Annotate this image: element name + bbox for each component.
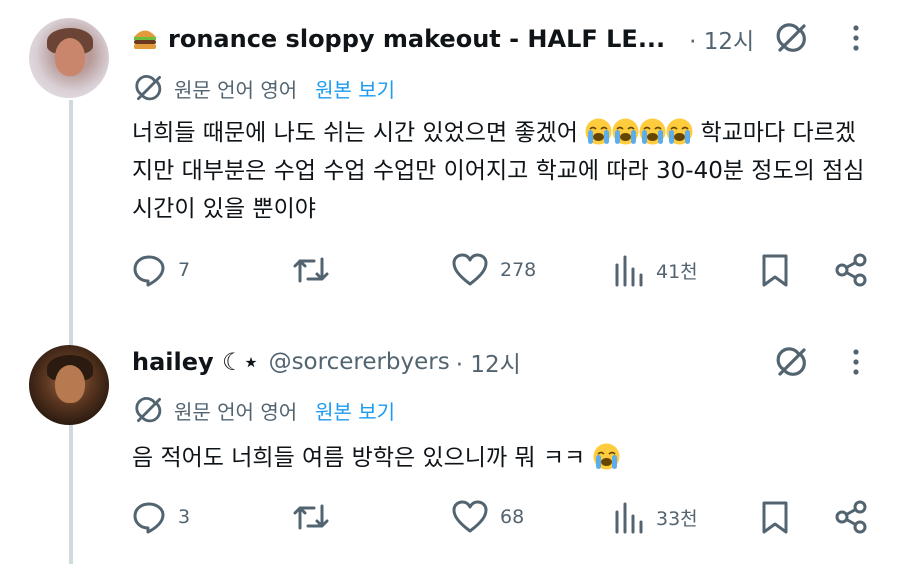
analytics-icon [615, 502, 643, 534]
retweet-button[interactable] [292, 253, 330, 287]
more-options-icon[interactable] [852, 348, 860, 376]
sob-emoji-icon [585, 118, 613, 145]
reply-icon [133, 255, 165, 287]
sob-emoji-icon [592, 443, 620, 470]
bookmark-icon [762, 254, 788, 287]
sob-emoji-icon [612, 118, 640, 145]
view-count: 41천 [656, 260, 698, 283]
reply-icon [133, 502, 165, 534]
timestamp[interactable]: · 12시 [689, 22, 754, 56]
grok-translate-icon [135, 75, 162, 101]
display-name[interactable]: ronance sloppy makeout - HALF LE... [168, 25, 665, 53]
translation-row: 원문 언어 영어 원본 보기 [134, 73, 395, 103]
show-original-link[interactable]: 원본 보기 [315, 396, 395, 425]
like-button[interactable]: 68 [452, 500, 524, 534]
more-options-icon[interactable] [852, 24, 860, 52]
analytics-icon [615, 255, 643, 287]
share-button[interactable] [834, 253, 868, 287]
tweet-text: 음 적어도 너희들 여름 방학은 있으니까 뭐 ㅋㅋ [132, 439, 872, 477]
reply-button[interactable]: 3 [132, 500, 190, 534]
tweet-header: hailey ☾⋆ @sorcererbyers · 12시 [132, 345, 521, 379]
bookmark-button[interactable] [760, 253, 790, 287]
heart-icon [452, 500, 488, 533]
original-language-label: 원문 언어 영어 [174, 399, 298, 424]
sob-emoji-icon [639, 118, 667, 145]
original-language-label: 원문 언어 영어 [174, 77, 298, 102]
username[interactable]: @sorcererbyers [269, 349, 450, 375]
reply-count: 7 [178, 259, 191, 281]
views-button[interactable]: 41천 [614, 253, 698, 287]
like-button[interactable]: 278 [452, 253, 536, 287]
timestamp[interactable]: · 12시 [456, 345, 521, 379]
tweet-text: 너희들 때문에 나도 쉬는 시간 있었으면 좋겠어 학교마다 다르겠지만 대부분… [132, 118, 865, 222]
grok-icon[interactable] [775, 345, 809, 379]
reply-count: 3 [178, 506, 191, 528]
grok-icon[interactable] [775, 21, 809, 55]
show-original-link[interactable]: 원본 보기 [315, 74, 395, 103]
retweet-icon [293, 504, 329, 530]
bookmark-button[interactable] [760, 500, 790, 534]
views-button[interactable]: 33천 [614, 500, 698, 534]
bookmark-icon [762, 501, 788, 534]
heart-icon [452, 253, 488, 286]
share-icon [835, 253, 867, 287]
retweet-button[interactable] [292, 500, 330, 534]
reply-button[interactable]: 7 [132, 253, 190, 287]
burger-icon [134, 30, 156, 49]
like-count: 68 [500, 506, 525, 528]
sob-emoji-icon [666, 118, 694, 145]
like-count: 278 [500, 259, 537, 281]
action-bar: 7 278 41천 [132, 253, 872, 289]
grok-translate-icon [135, 397, 162, 423]
thread-line [69, 100, 73, 564]
action-bar: 3 68 33천 [132, 500, 872, 536]
translation-row: 원문 언어 영어 원본 보기 [134, 395, 395, 425]
share-button[interactable] [834, 500, 868, 534]
avatar[interactable] [29, 18, 109, 98]
retweet-icon [293, 257, 329, 283]
avatar[interactable] [29, 345, 109, 425]
tweet-header: ronance sloppy makeout - HALF LE... · 12… [132, 22, 754, 56]
share-icon [835, 500, 867, 534]
view-count: 33천 [656, 507, 698, 530]
display-name[interactable]: hailey ☾⋆ [132, 348, 259, 376]
